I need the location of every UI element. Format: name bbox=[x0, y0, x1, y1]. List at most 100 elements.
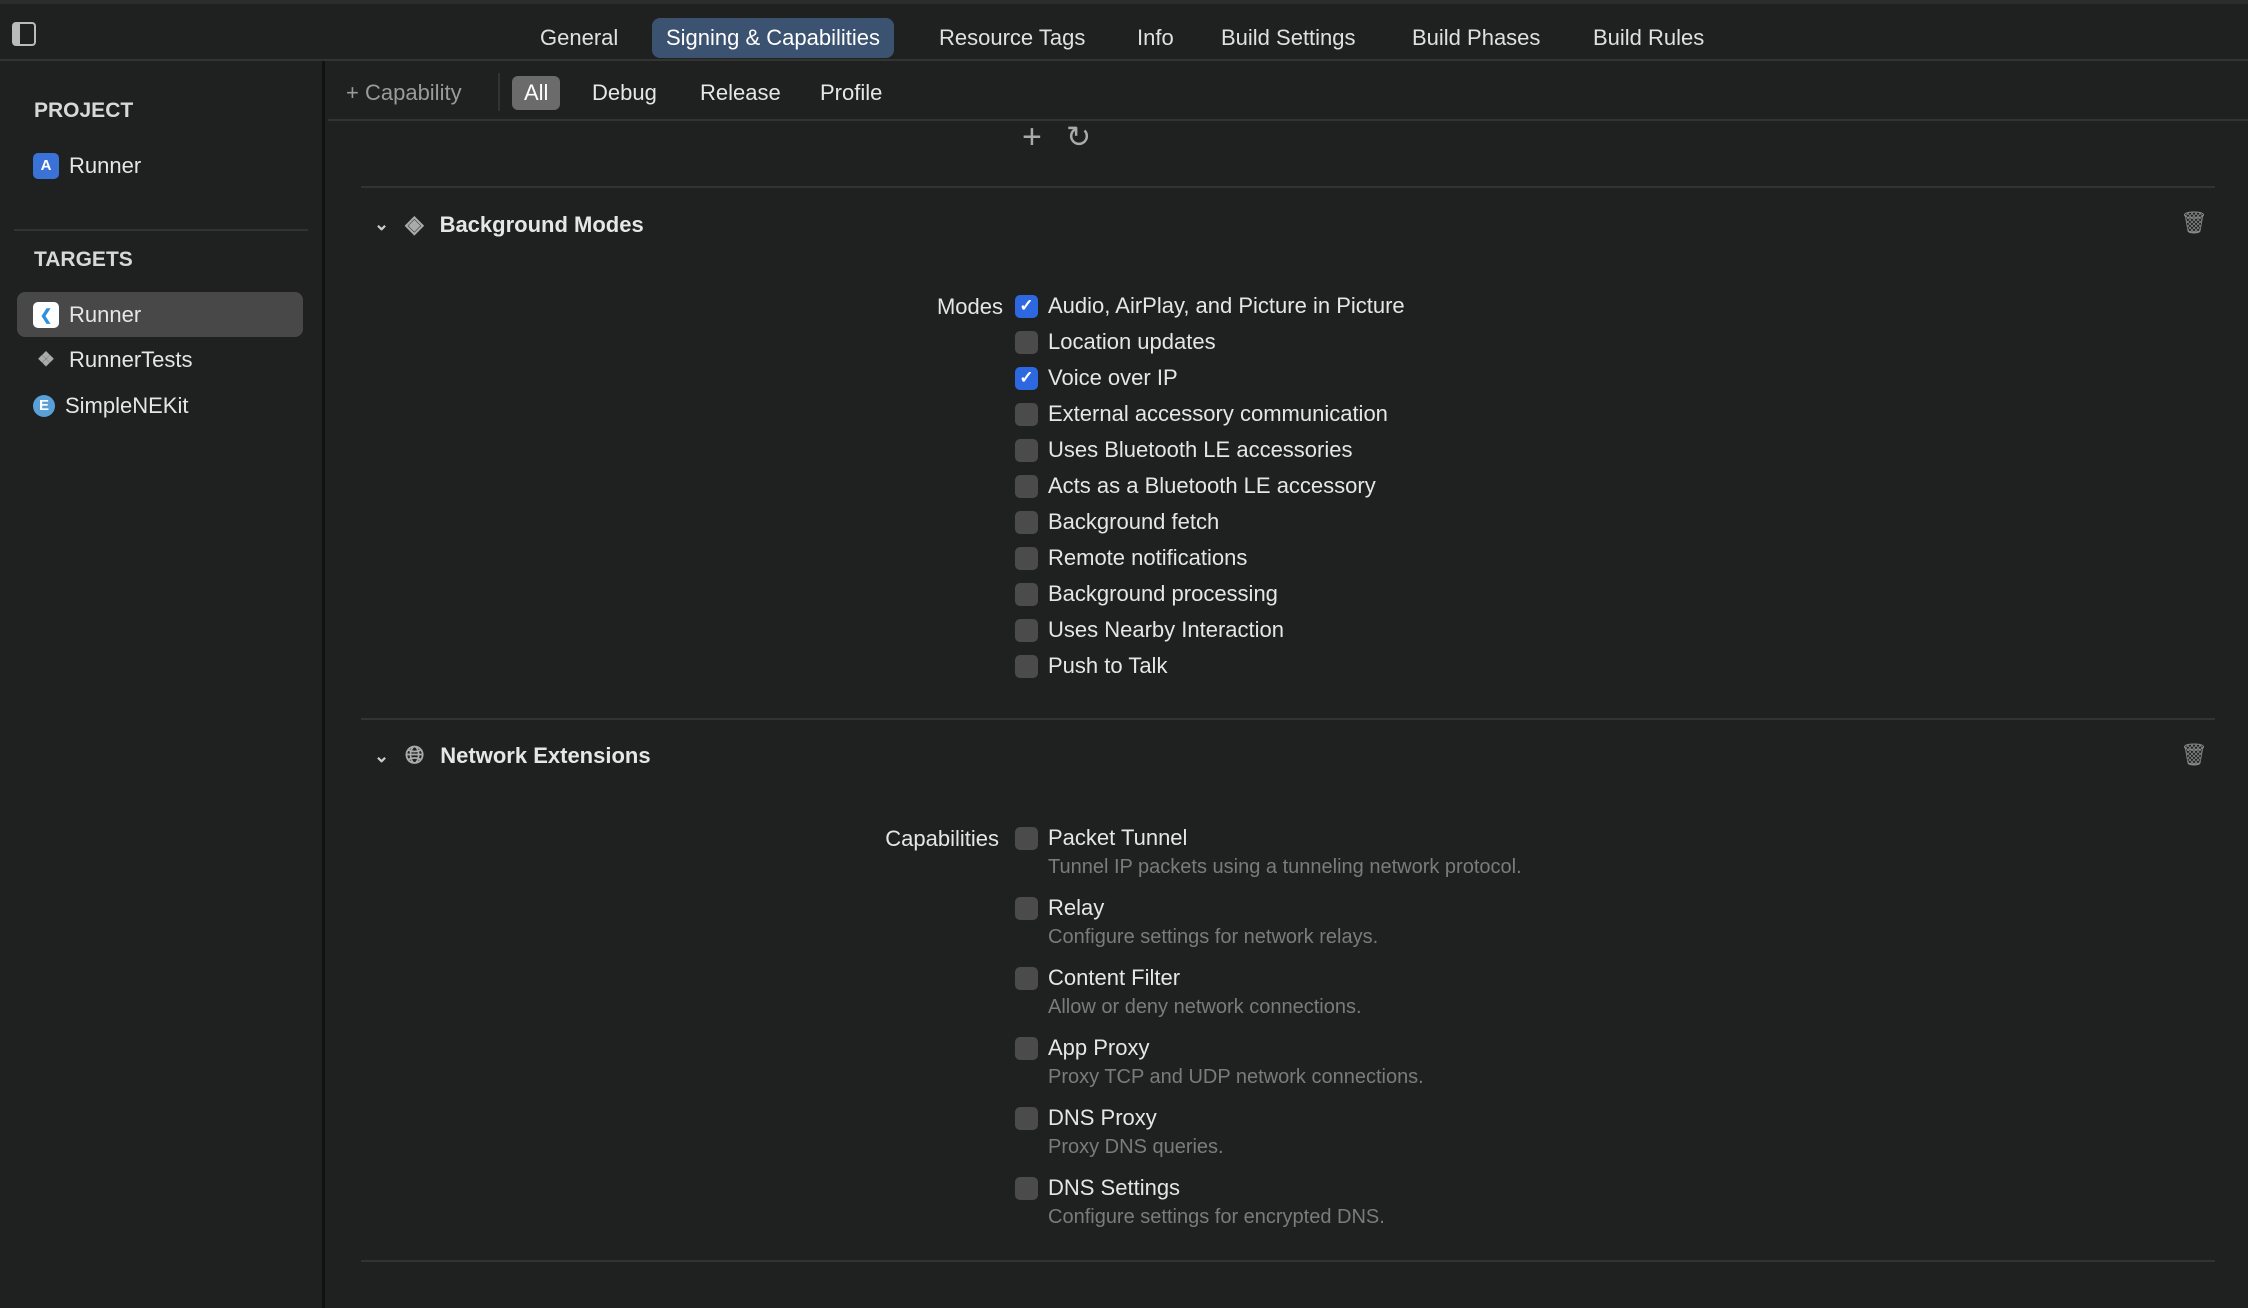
filter-all[interactable]: All bbox=[512, 76, 561, 110]
checkbox[interactable]: ✓ bbox=[1015, 294, 1038, 318]
layers-icon: ◈ bbox=[405, 211, 424, 238]
checkbox[interactable] bbox=[1015, 438, 1038, 462]
editor-tab-bar: General Signing & Capabilities Resource … bbox=[0, 0, 2248, 61]
background-mode-option[interactable]: Background fetch bbox=[1015, 509, 1219, 535]
background-mode-option[interactable]: External accessory communication bbox=[1015, 401, 1388, 427]
option-description: Tunnel IP packets using a tunneling netw… bbox=[1048, 856, 1522, 878]
trash-icon[interactable]: 🗑 bbox=[2180, 742, 2208, 768]
capability-toolbar: + Capability All Debug Release Profile bbox=[328, 61, 2248, 121]
globe-icon: 🌐︎ bbox=[405, 742, 425, 769]
option-label: Remote notifications bbox=[1048, 545, 1248, 570]
checkbox[interactable] bbox=[1015, 582, 1038, 606]
toolbar-divider bbox=[498, 73, 500, 111]
tab-info[interactable]: Info bbox=[1123, 18, 1188, 58]
checkbox[interactable] bbox=[1015, 474, 1038, 498]
modes-label: Modes bbox=[936, 294, 1003, 319]
background-mode-option[interactable]: ✓ Voice over IP bbox=[1015, 365, 1178, 391]
sidebar-item-target-runnertests[interactable]: ❖ RunnerTests bbox=[17, 337, 303, 382]
option-label: Background processing bbox=[1048, 581, 1278, 606]
section-title: Background Modes bbox=[439, 211, 644, 237]
filter-debug[interactable]: Debug bbox=[580, 76, 669, 110]
targets-header: TARGETS bbox=[34, 248, 133, 271]
option-label: Packet Tunnel bbox=[1048, 825, 1188, 850]
background-mode-option[interactable]: Acts as a Bluetooth LE accessory bbox=[1015, 473, 1376, 499]
sidebar-toggle-icon[interactable] bbox=[12, 22, 36, 46]
tab-resource-tags[interactable]: Resource Tags bbox=[925, 18, 1099, 58]
option-label: Relay bbox=[1048, 895, 1105, 920]
checkbox[interactable] bbox=[1015, 510, 1038, 534]
option-label: Content Filter bbox=[1048, 965, 1181, 990]
option-description: Configure settings for encrypted DNS. bbox=[1048, 1206, 1385, 1228]
add-capability-label: Capability bbox=[364, 80, 462, 105]
checkbox[interactable]: ✓ bbox=[1015, 366, 1038, 390]
checkbox[interactable] bbox=[1015, 654, 1038, 678]
network-extension-option[interactable]: Packet Tunnel bbox=[1015, 825, 1187, 851]
option-label: External accessory communication bbox=[1048, 401, 1388, 426]
sidebar-item-label: Runner bbox=[69, 301, 142, 327]
checkbox[interactable] bbox=[1015, 966, 1038, 990]
chevron-down-icon[interactable]: ⌄ bbox=[374, 214, 389, 235]
option-label: Audio, AirPlay, and Picture in Picture bbox=[1048, 293, 1405, 318]
section-divider bbox=[361, 718, 2215, 720]
checkbox[interactable] bbox=[1015, 1176, 1038, 1200]
section-divider bbox=[361, 1260, 2215, 1262]
test-bundle-icon: ❖ bbox=[37, 349, 55, 371]
network-extension-option[interactable]: Content Filter bbox=[1015, 965, 1180, 991]
tab-build-phases[interactable]: Build Phases bbox=[1398, 18, 1554, 58]
checkbox[interactable] bbox=[1015, 826, 1038, 850]
add-capability-button[interactable]: + Capability bbox=[334, 76, 474, 110]
sidebar-item-target-simplenekit[interactable]: E SimpleNEKit bbox=[17, 383, 303, 428]
tab-general[interactable]: General bbox=[526, 18, 632, 58]
option-label: DNS Proxy bbox=[1048, 1105, 1157, 1130]
option-label: Uses Nearby Interaction bbox=[1048, 617, 1284, 642]
section-title: Network Extensions bbox=[440, 743, 651, 768]
checkbox[interactable] bbox=[1015, 896, 1038, 920]
flutter-app-icon: ❮ bbox=[33, 301, 59, 328]
checkbox[interactable] bbox=[1015, 402, 1038, 426]
extension-icon: E bbox=[33, 394, 55, 417]
sidebar-item-label: RunnerTests bbox=[69, 346, 193, 372]
background-mode-option[interactable]: Uses Bluetooth LE accessories bbox=[1015, 437, 1353, 463]
option-description: Proxy TCP and UDP network connections. bbox=[1048, 1066, 1424, 1088]
checkbox[interactable] bbox=[1015, 546, 1038, 570]
background-mode-option[interactable]: ✓ Audio, AirPlay, and Picture in Picture bbox=[1015, 293, 1405, 319]
option-label: App Proxy bbox=[1048, 1035, 1150, 1060]
network-extension-option[interactable]: App Proxy bbox=[1015, 1035, 1150, 1061]
tab-signing-capabilities[interactable]: Signing & Capabilities bbox=[652, 18, 895, 58]
background-mode-option[interactable]: Uses Nearby Interaction bbox=[1015, 617, 1284, 643]
sidebar-item-label: SimpleNEKit bbox=[65, 392, 189, 418]
tab-build-rules[interactable]: Build Rules bbox=[1579, 18, 1718, 58]
sidebar-divider bbox=[14, 229, 308, 231]
checkbox[interactable] bbox=[1015, 330, 1038, 354]
project-header: PROJECT bbox=[34, 99, 134, 122]
option-label: Location updates bbox=[1048, 329, 1216, 354]
checkbox[interactable] bbox=[1015, 618, 1038, 642]
option-description: Configure settings for network relays. bbox=[1048, 926, 1379, 948]
option-label: Voice over IP bbox=[1048, 365, 1178, 390]
refresh-icon[interactable]: ↻ bbox=[1066, 120, 1091, 155]
filter-profile[interactable]: Profile bbox=[808, 76, 894, 110]
background-mode-option[interactable]: Remote notifications bbox=[1015, 545, 1247, 571]
option-label: Push to Talk bbox=[1048, 653, 1168, 678]
network-extension-option[interactable]: Relay bbox=[1015, 895, 1104, 921]
filter-release[interactable]: Release bbox=[688, 76, 793, 110]
add-icon[interactable]: + bbox=[1022, 118, 1042, 157]
network-extension-option[interactable]: DNS Proxy bbox=[1015, 1105, 1157, 1131]
sidebar-item-label: Runner bbox=[69, 152, 142, 178]
tab-build-settings[interactable]: Build Settings bbox=[1207, 18, 1370, 58]
background-modes-header: ⌄ ◈ Background Modes bbox=[374, 210, 644, 239]
background-mode-option[interactable]: Push to Talk bbox=[1015, 653, 1167, 679]
background-mode-option[interactable]: Location updates bbox=[1015, 329, 1216, 355]
project-navigator: PROJECT A Runner TARGETS ❮ Runner ❖ Runn… bbox=[0, 61, 325, 1308]
option-description: Proxy DNS queries. bbox=[1048, 1136, 1224, 1158]
sidebar-item-target-runner[interactable]: ❮ Runner bbox=[17, 292, 303, 337]
checkbox[interactable] bbox=[1015, 1036, 1038, 1060]
trash-icon[interactable]: 🗑 bbox=[2180, 210, 2208, 236]
sidebar-item-project-runner[interactable]: A Runner bbox=[17, 143, 303, 188]
option-label: Acts as a Bluetooth LE accessory bbox=[1048, 473, 1376, 498]
background-mode-option[interactable]: Background processing bbox=[1015, 581, 1278, 607]
xcode-project-icon: A bbox=[33, 152, 59, 179]
checkbox[interactable] bbox=[1015, 1106, 1038, 1130]
network-extension-option[interactable]: DNS Settings bbox=[1015, 1175, 1180, 1201]
chevron-down-icon[interactable]: ⌄ bbox=[374, 746, 389, 767]
